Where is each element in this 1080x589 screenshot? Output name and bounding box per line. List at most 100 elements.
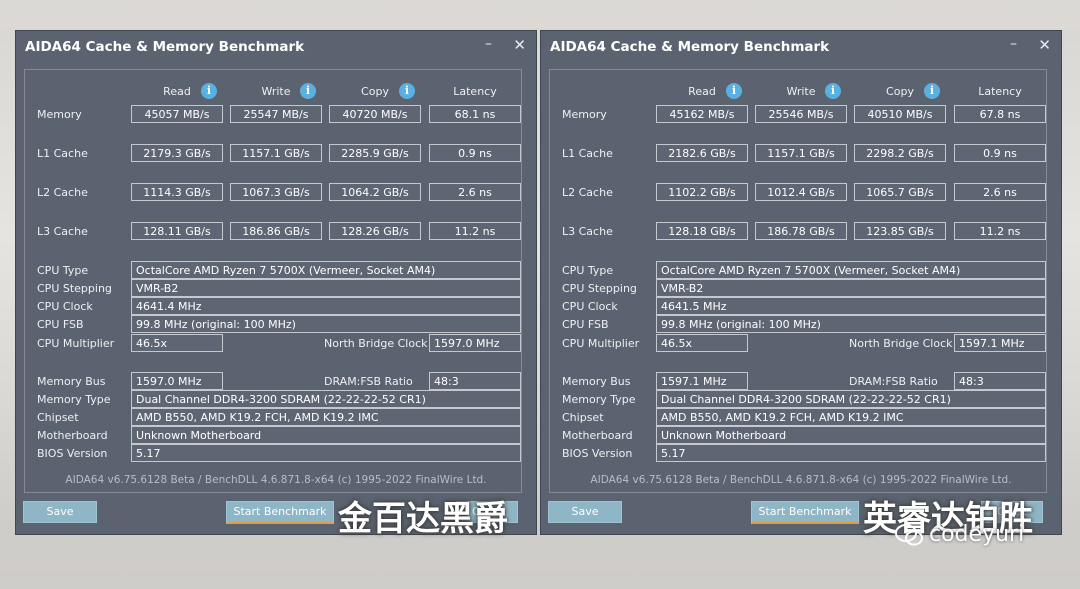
- start-benchmark-button[interactable]: Start Benchmark: [226, 501, 334, 524]
- row-label-l1: L1 Cache: [37, 147, 88, 160]
- cpu-clock-label: CPU Clock: [562, 300, 618, 313]
- results-panel: Read i Write i Copy i Latency Memory 451…: [549, 69, 1047, 493]
- l2-latency-value: 2.6 ns: [954, 183, 1046, 201]
- l3-write-value: 186.78 GB/s: [755, 222, 847, 240]
- l1-copy-value: 2285.9 GB/s: [329, 144, 421, 162]
- motherboard-value: Unknown Motherboard: [131, 426, 521, 444]
- row-label-memory: Memory: [562, 108, 607, 121]
- save-button[interactable]: Save: [23, 501, 97, 523]
- l3-copy-value: 128.26 GB/s: [329, 222, 421, 240]
- l1-read-value: 2182.6 GB/s: [656, 144, 748, 162]
- l3-latency-value: 11.2 ns: [429, 222, 521, 240]
- cpu-fsb-value: 99.8 MHz (original: 100 MHz): [656, 315, 1046, 333]
- l2-write-value: 1012.4 GB/s: [755, 183, 847, 201]
- benchmark-window: AIDA64 Cache & Memory Benchmark – ✕ Read…: [540, 30, 1062, 539]
- overlay-caption: 金百达黑爵: [338, 499, 508, 539]
- close-icon[interactable]: ✕: [1038, 35, 1051, 55]
- dram-fsb-label: DRAM:FSB Ratio: [849, 375, 938, 388]
- row-label-memory: Memory: [37, 108, 82, 121]
- info-icon[interactable]: i: [924, 83, 940, 99]
- nb-clock-value: 1597.0 MHz: [429, 334, 521, 352]
- row-label-l1: L1 Cache: [562, 147, 613, 160]
- bios-value: 5.17: [656, 444, 1046, 462]
- info-icon[interactable]: i: [201, 83, 217, 99]
- bios-label: BIOS Version: [37, 447, 108, 460]
- results-panel: Read i Write i Copy i Latency Memory 450…: [24, 69, 522, 493]
- dram-fsb-value: 48:3: [429, 372, 521, 390]
- memory-read-value: 45057 MB/s: [131, 105, 223, 123]
- l2-copy-value: 1064.2 GB/s: [329, 183, 421, 201]
- chipset-label: Chipset: [37, 411, 79, 424]
- save-button[interactable]: Save: [548, 501, 622, 523]
- l3-copy-value: 123.85 GB/s: [854, 222, 946, 240]
- memory-bus-label: Memory Bus: [37, 375, 106, 388]
- l2-read-value: 1114.3 GB/s: [131, 183, 223, 201]
- cpu-multiplier-label: CPU Multiplier: [37, 337, 115, 350]
- cpu-multiplier-value: 46.5x: [656, 334, 748, 352]
- motherboard-label: Motherboard: [562, 429, 633, 442]
- chipset-value: AMD B550, AMD K19.2 FCH, AMD K19.2 IMC: [656, 408, 1046, 426]
- l3-latency-value: 11.2 ns: [954, 222, 1046, 240]
- memory-bus-label: Memory Bus: [562, 375, 631, 388]
- memory-read-value: 45162 MB/s: [656, 105, 748, 123]
- cpu-clock-label: CPU Clock: [37, 300, 93, 313]
- header-latency: Latency: [453, 85, 497, 98]
- info-icon[interactable]: i: [300, 83, 316, 99]
- cpu-type-value: OctalCore AMD Ryzen 7 5700X (Vermeer, So…: [656, 261, 1046, 279]
- cpu-type-value: OctalCore AMD Ryzen 7 5700X (Vermeer, So…: [131, 261, 521, 279]
- memory-copy-value: 40510 MB/s: [854, 105, 946, 123]
- window-title: AIDA64 Cache & Memory Benchmark: [550, 39, 830, 55]
- header-latency: Latency: [978, 85, 1022, 98]
- cpu-type-label: CPU Type: [562, 264, 614, 277]
- start-benchmark-button[interactable]: Start Benchmark: [751, 501, 859, 524]
- cpu-stepping-label: CPU Stepping: [37, 282, 112, 295]
- cpu-multiplier-value: 46.5x: [131, 334, 223, 352]
- memory-copy-value: 40720 MB/s: [329, 105, 421, 123]
- info-icon[interactable]: i: [825, 83, 841, 99]
- minimize-icon[interactable]: –: [485, 34, 492, 54]
- dram-fsb-value: 48:3: [954, 372, 1046, 390]
- l1-copy-value: 2298.2 GB/s: [854, 144, 946, 162]
- cpu-fsb-label: CPU FSB: [562, 318, 609, 331]
- window-title: AIDA64 Cache & Memory Benchmark: [25, 39, 305, 55]
- memory-latency-value: 68.1 ns: [429, 105, 521, 123]
- cpu-stepping-label: CPU Stepping: [562, 282, 637, 295]
- memory-write-value: 25546 MB/s: [755, 105, 847, 123]
- nb-clock-label: North Bridge Clock: [324, 337, 428, 350]
- background-shape: [0, 0, 1080, 28]
- minimize-icon[interactable]: –: [1010, 34, 1017, 54]
- l1-latency-value: 0.9 ns: [429, 144, 521, 162]
- footer-text: AIDA64 v6.75.6128 Beta / BenchDLL 4.6.87…: [65, 474, 487, 486]
- cpu-type-label: CPU Type: [37, 264, 89, 277]
- l1-read-value: 2179.3 GB/s: [131, 144, 223, 162]
- l3-read-value: 128.18 GB/s: [656, 222, 748, 240]
- chipset-value: AMD B550, AMD K19.2 FCH, AMD K19.2 IMC: [131, 408, 521, 426]
- motherboard-value: Unknown Motherboard: [656, 426, 1046, 444]
- motherboard-label: Motherboard: [37, 429, 108, 442]
- row-label-l3: L3 Cache: [562, 225, 613, 238]
- l3-read-value: 128.11 GB/s: [131, 222, 223, 240]
- watermark-text: codeyuri: [929, 522, 1025, 547]
- cpu-multiplier-label: CPU Multiplier: [562, 337, 640, 350]
- watermark: codeyuri: [895, 522, 1024, 547]
- dram-fsb-label: DRAM:FSB Ratio: [324, 375, 413, 388]
- row-label-l2: L2 Cache: [562, 186, 613, 199]
- info-icon[interactable]: i: [399, 83, 415, 99]
- memory-type-value: Dual Channel DDR4-3200 SDRAM (22-22-22-5…: [656, 390, 1046, 408]
- cpu-fsb-value: 99.8 MHz (original: 100 MHz): [131, 315, 521, 333]
- close-icon[interactable]: ✕: [513, 35, 526, 55]
- memory-type-label: Memory Type: [37, 393, 111, 406]
- info-icon[interactable]: i: [726, 83, 742, 99]
- titlebar: AIDA64 Cache & Memory Benchmark – ✕: [16, 31, 536, 63]
- cpu-stepping-value: VMR-B2: [656, 279, 1046, 297]
- l3-write-value: 186.86 GB/s: [230, 222, 322, 240]
- nb-clock-value: 1597.1 MHz: [954, 334, 1046, 352]
- cpu-fsb-label: CPU FSB: [37, 318, 84, 331]
- l1-write-value: 1157.1 GB/s: [230, 144, 322, 162]
- chipset-label: Chipset: [562, 411, 604, 424]
- cpu-stepping-value: VMR-B2: [131, 279, 521, 297]
- cpu-clock-value: 4641.4 MHz: [131, 297, 521, 315]
- l2-latency-value: 2.6 ns: [429, 183, 521, 201]
- nb-clock-label: North Bridge Clock: [849, 337, 953, 350]
- l2-write-value: 1067.3 GB/s: [230, 183, 322, 201]
